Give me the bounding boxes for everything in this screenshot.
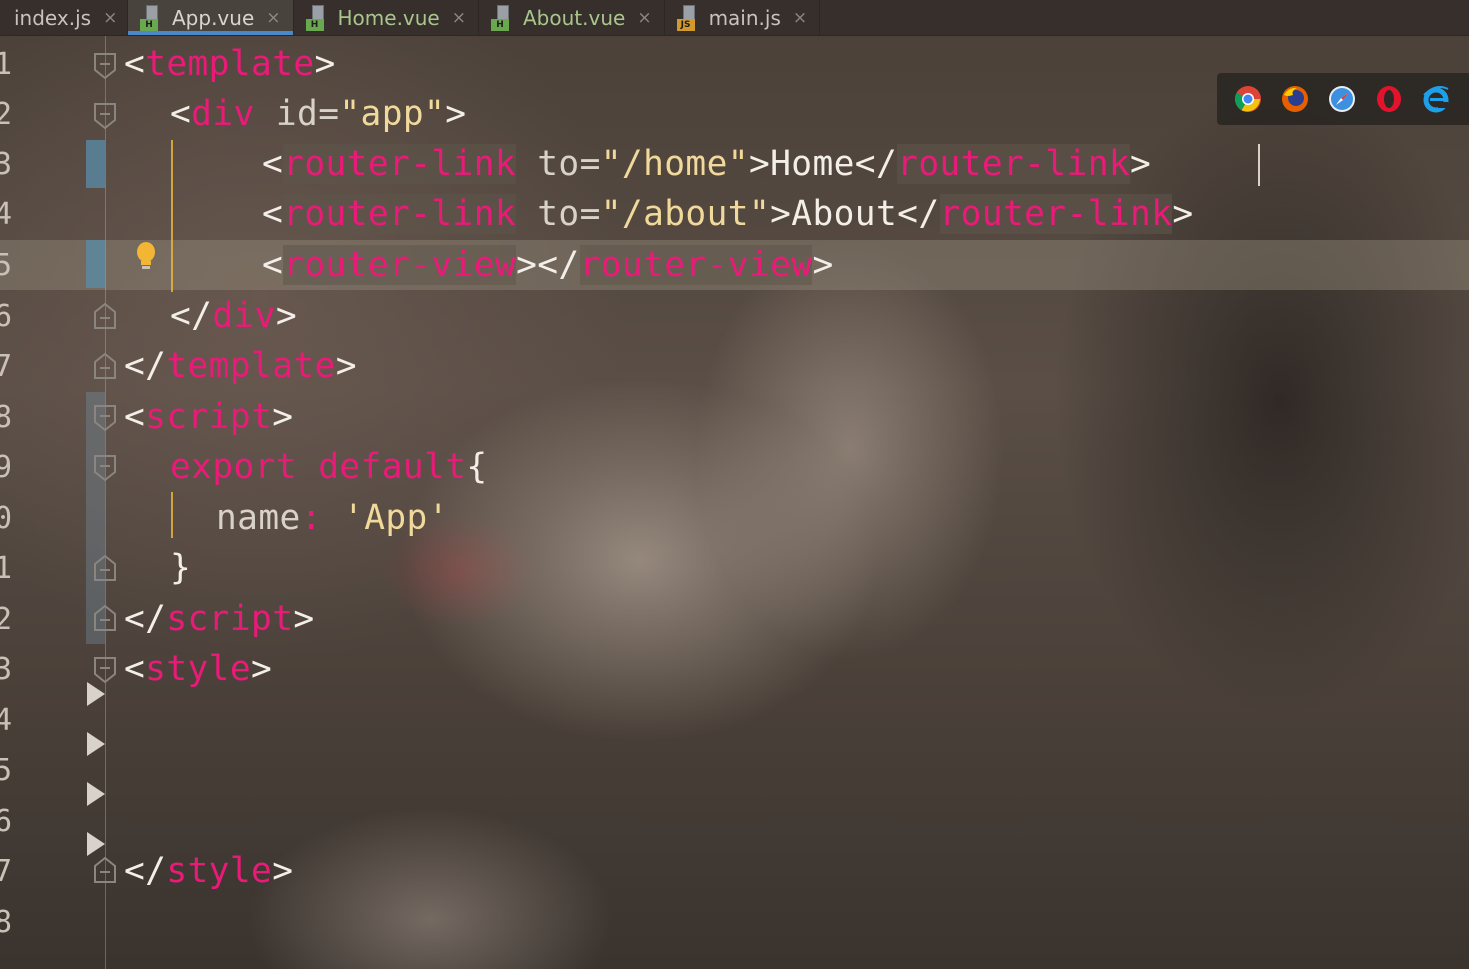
code-editor[interactable]: 1 <template> 2 <div id="app"> 3 <router-… [0, 36, 1469, 969]
line-number: 4 [0, 702, 13, 738]
line-number: 2 [0, 96, 13, 132]
tab-main-js[interactable]: JS main.js × [665, 0, 821, 35]
firefox-icon[interactable] [1281, 85, 1309, 113]
vue-file-icon: H [140, 4, 164, 31]
code-line-10: 0 name: 'App' [0, 493, 1469, 544]
code-line-9: 9 export default{ [0, 442, 1469, 493]
close-icon[interactable]: × [266, 8, 280, 28]
tab-label: About.vue [523, 5, 626, 30]
code-line-8: 8 <script> [0, 392, 1469, 443]
ie-icon[interactable] [1422, 85, 1450, 113]
browser-preview-toolbar [1217, 73, 1469, 125]
line-number: 8 [0, 399, 13, 435]
vue-file-icon: H [305, 4, 330, 31]
text-caret [1258, 144, 1260, 186]
line-number: 7 [0, 348, 13, 384]
code-line-11: 1 } [0, 543, 1469, 594]
close-icon[interactable]: × [452, 8, 466, 28]
editor-tab-bar: index.js × H App.vue × H Home.vue × H Ab… [0, 0, 1469, 36]
line-number: 9 [0, 449, 13, 485]
vue-file-icon: H [491, 4, 515, 31]
chrome-icon[interactable] [1234, 85, 1262, 113]
line-number: 8 [0, 904, 13, 940]
code-line-12: 2 </script> [0, 594, 1469, 645]
close-icon[interactable]: × [793, 8, 807, 28]
line-number: 1 [0, 550, 13, 586]
code-line-6: 6 </div> [0, 291, 1469, 342]
close-icon[interactable]: × [103, 8, 117, 28]
code-line-14: 4 [0, 695, 1469, 746]
line-number: 7 [0, 853, 13, 889]
code-line-13: 3 <style> [0, 644, 1469, 695]
code-line-4: 4 <router-link to="/about">About</router… [0, 189, 1469, 240]
tab-home-vue[interactable]: H Home.vue × [294, 0, 479, 35]
tab-about-vue[interactable]: H About.vue × [479, 0, 665, 35]
line-number: 3 [0, 146, 13, 182]
code-line-17: 7 </style> [0, 846, 1469, 897]
tab-index-js[interactable]: index.js × [0, 0, 128, 35]
code-line-5: 5 <router-view></router-view> [0, 240, 1469, 291]
line-number: 1 [0, 46, 13, 82]
tab-label: Home.vue [337, 5, 440, 30]
tab-label: main.js [708, 5, 781, 30]
line-number: 3 [0, 651, 13, 687]
code-line-3: 3 <router-link to="/home">Home</router-l… [0, 139, 1469, 190]
tab-label: App.vue [172, 5, 255, 30]
opera-icon[interactable] [1375, 85, 1403, 113]
line-number: 0 [0, 500, 13, 536]
safari-icon[interactable] [1328, 85, 1356, 113]
line-number: 4 [0, 196, 13, 232]
code-line-18: 8 [0, 897, 1469, 948]
line-number: 5 [0, 247, 13, 283]
tab-app-vue[interactable]: H App.vue × [128, 0, 294, 35]
code-line-7: 7 </template> [0, 341, 1469, 392]
line-number: 6 [0, 803, 13, 839]
line-number: 2 [0, 601, 13, 637]
line-number: 5 [0, 752, 13, 788]
code-line-16: 6 [0, 796, 1469, 847]
line-number: 6 [0, 298, 13, 334]
close-icon[interactable]: × [637, 8, 651, 28]
js-file-icon: JS [676, 4, 701, 31]
code-line-15: 5 [0, 745, 1469, 796]
tab-label: index.js [14, 5, 92, 30]
